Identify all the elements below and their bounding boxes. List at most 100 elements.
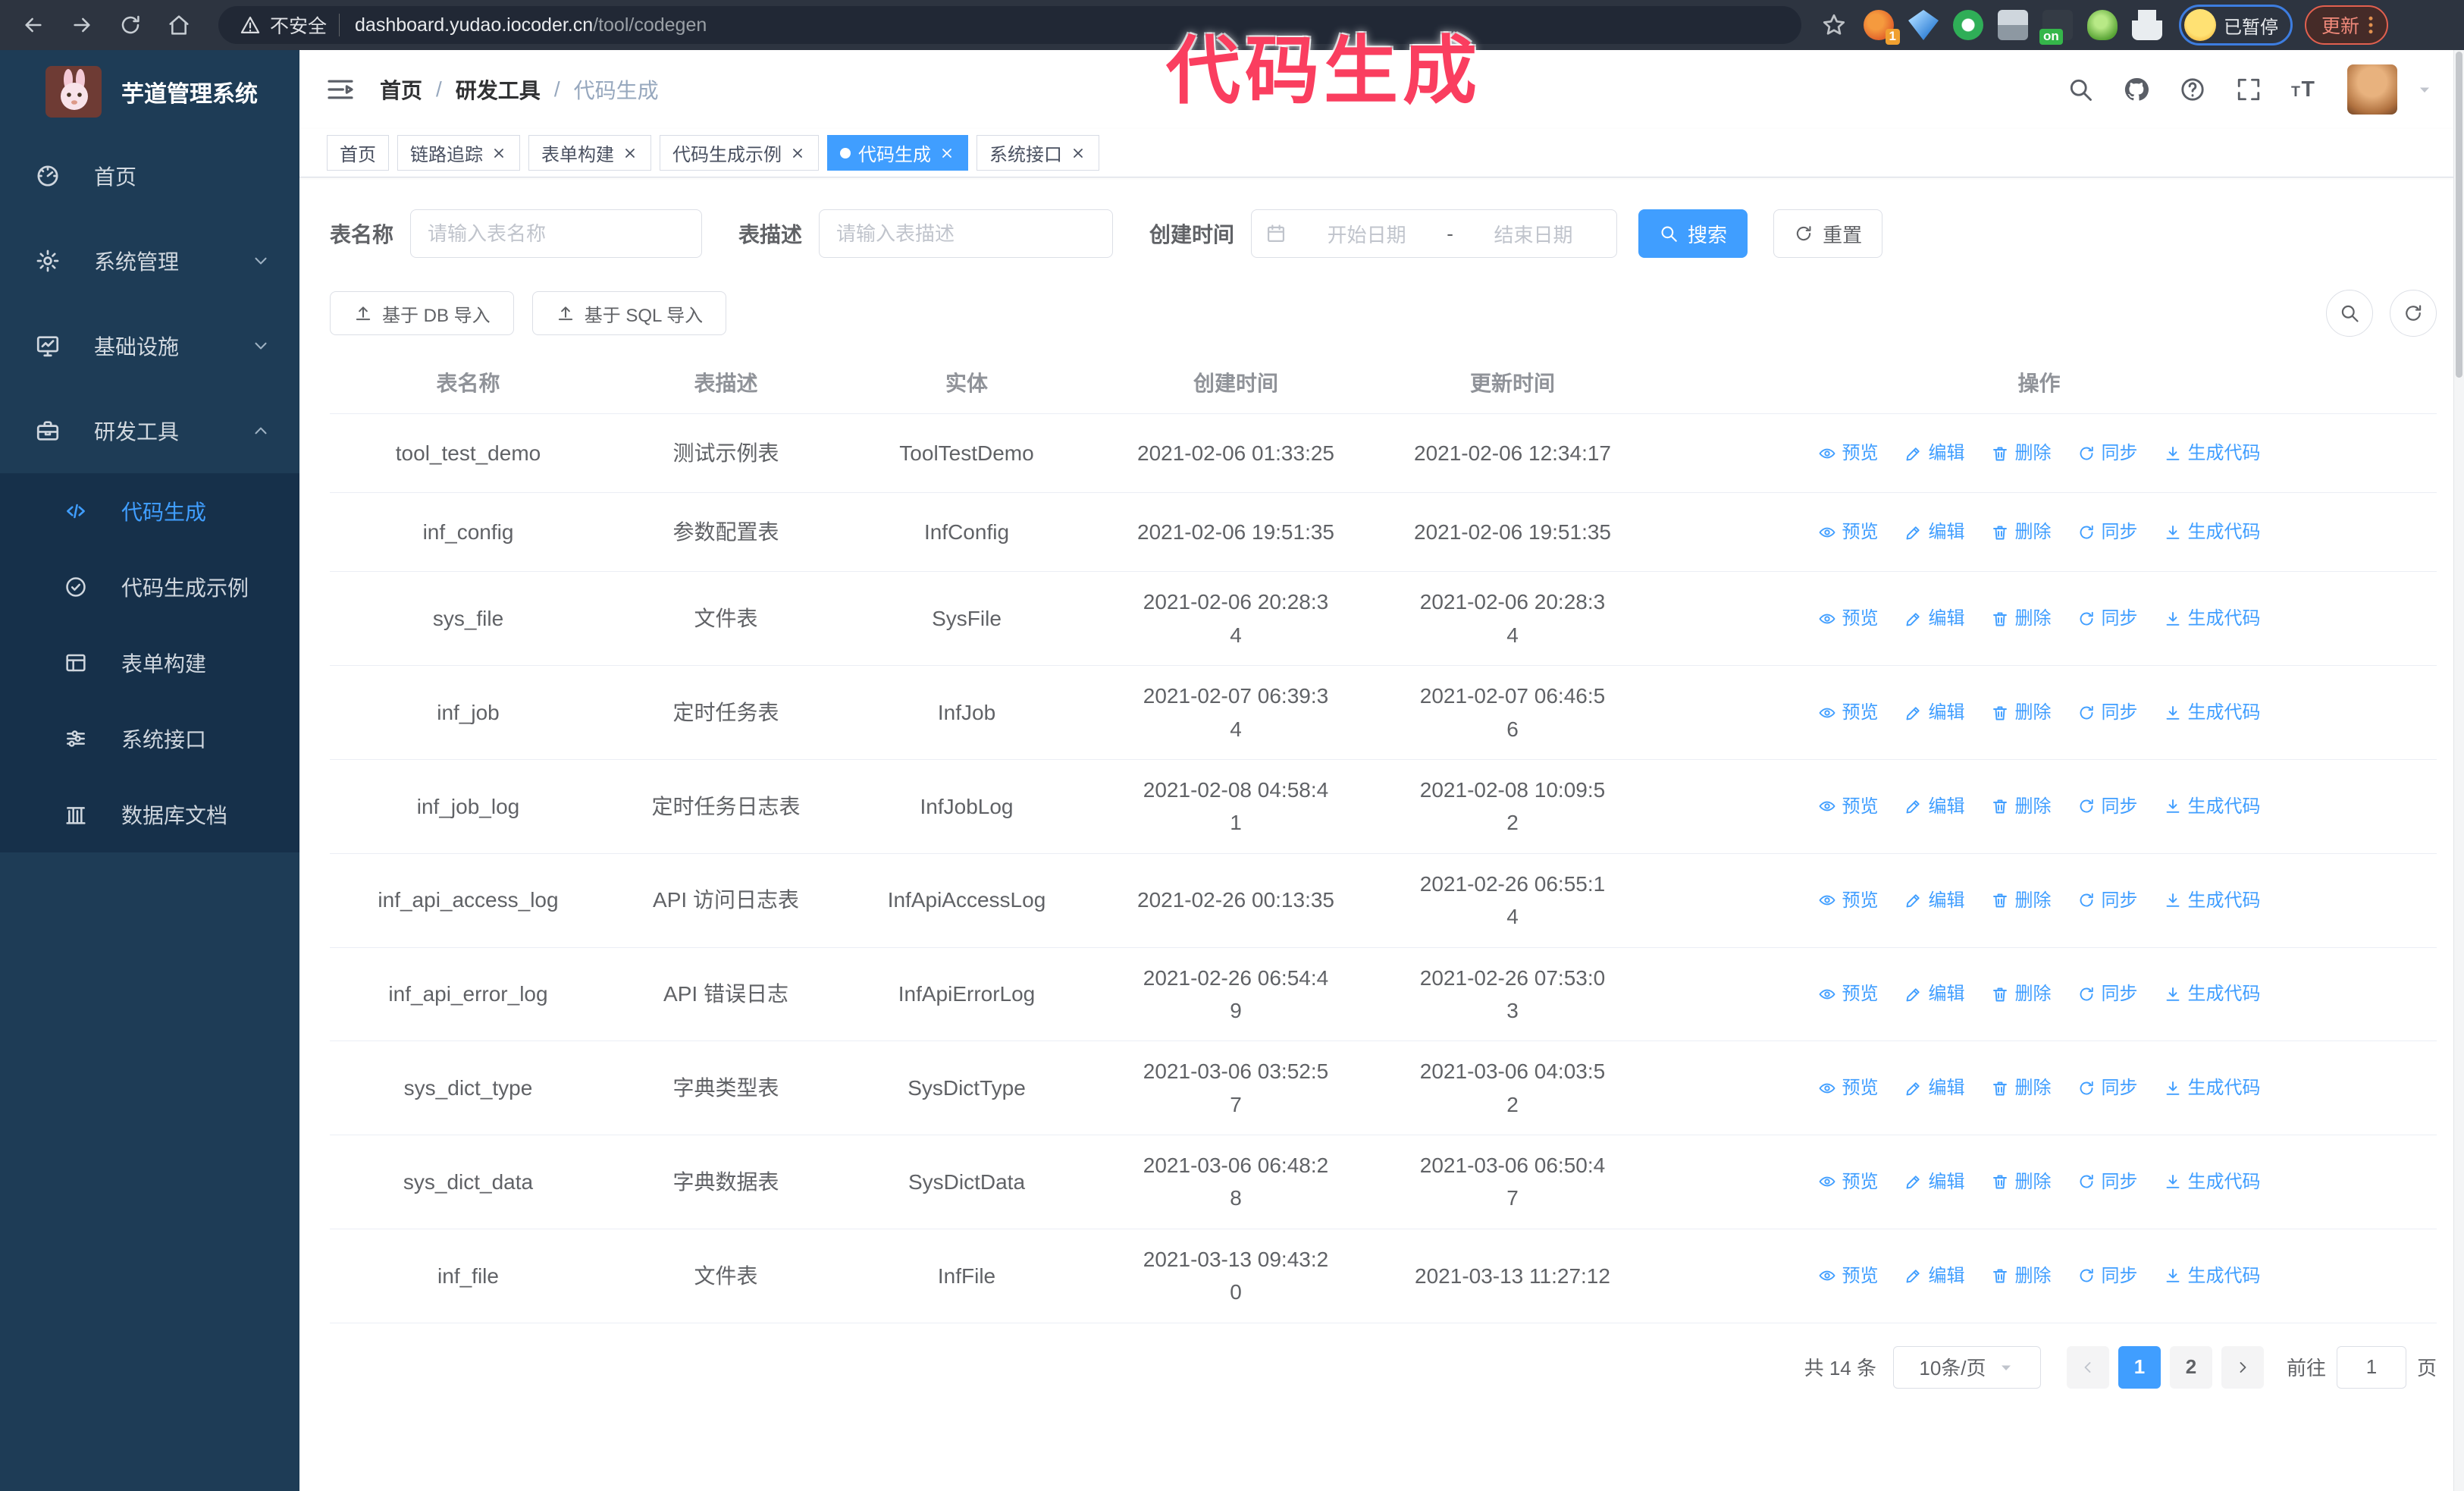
close-icon[interactable] [939,145,955,162]
reset-button[interactable]: 重置 [1773,209,1883,258]
browser-update-button[interactable]: 更新 [2305,5,2389,45]
browser-reload-icon[interactable] [111,5,150,45]
preview-action[interactable]: 预览 [1818,793,1879,821]
app-logo-row[interactable]: 芋道管理系统 [0,50,299,133]
prev-page-button[interactable] [2066,1345,2109,1389]
sync-action[interactable]: 同步 [2077,518,2138,546]
extension-icon-3[interactable] [1953,10,1983,40]
table-desc-input[interactable] [819,209,1114,258]
sync-action[interactable]: 同步 [2077,1074,2138,1102]
delete-action[interactable]: 删除 [1991,1074,2052,1102]
address-bar[interactable]: 不安全 dashboard.yudao.iocoder.cn /tool/cod… [218,6,1801,44]
delete-action[interactable]: 删除 [1991,980,2052,1008]
delete-action[interactable]: 删除 [1991,604,2052,632]
preview-action[interactable]: 预览 [1818,604,1879,632]
close-icon[interactable] [622,145,638,162]
header-search-icon[interactable] [2067,76,2094,103]
edit-action[interactable]: 编辑 [1904,1262,1965,1290]
text-size-icon[interactable]: TT [2291,76,2318,103]
edit-action[interactable]: 编辑 [1904,980,1965,1008]
import-db-button[interactable]: 基于 DB 导入 [330,291,514,335]
sync-action[interactable]: 同步 [2077,980,2138,1008]
sync-action[interactable]: 同步 [2077,887,2138,915]
generate-code-action[interactable]: 生成代码 [2164,793,2261,821]
preview-action[interactable]: 预览 [1818,1074,1879,1102]
fullscreen-icon[interactable] [2235,76,2262,103]
sidebar-item-api[interactable]: 系统接口 [0,701,299,777]
sidebar-item-codegen[interactable]: 代码生成 [0,473,299,549]
page-size-select[interactable]: 10条/页 [1892,1345,2041,1389]
extension-icon-2[interactable] [1908,10,1939,40]
sync-action[interactable]: 同步 [2077,439,2138,467]
generate-code-action[interactable]: 生成代码 [2164,439,2261,467]
sidebar-item-form-builder[interactable]: 表单构建 [0,625,299,701]
browser-forward-icon[interactable] [62,5,102,45]
delete-action[interactable]: 删除 [1991,887,2052,915]
more-vertical-icon[interactable] [2359,14,2382,36]
preview-action[interactable]: 预览 [1818,887,1879,915]
sidebar-item-db-doc[interactable]: 数据库文档 [0,777,299,852]
goto-page-input[interactable] [2336,1345,2406,1389]
preview-action[interactable]: 预览 [1818,1262,1879,1290]
sync-action[interactable]: 同步 [2077,1168,2138,1196]
breadcrumb-item[interactable]: 研发工具 [456,74,541,105]
preview-action[interactable]: 预览 [1818,980,1879,1008]
extension-icon-6[interactable] [2087,10,2118,40]
preview-action[interactable]: 预览 [1818,518,1879,546]
delete-action[interactable]: 删除 [1991,1168,2052,1196]
refresh-table-button[interactable] [2390,290,2437,337]
search-button[interactable]: 搜索 [1638,209,1748,258]
date-range-picker[interactable]: 开始日期 - 结束日期 [1251,209,1618,258]
edit-action[interactable]: 编辑 [1904,1074,1965,1102]
profile-paused-pill[interactable]: 已暂停 [2179,5,2293,46]
generate-code-action[interactable]: 生成代码 [2164,1262,2261,1290]
table-name-input[interactable] [410,209,703,258]
browser-scrollbar[interactable] [2453,50,2464,1491]
extension-icon-4[interactable] [1998,10,2028,40]
breadcrumb-item[interactable]: 首页 [380,74,422,105]
extension-icon-7[interactable] [2132,10,2162,40]
show-search-button[interactable] [2326,290,2373,337]
tab[interactable]: 首页 [327,135,389,171]
edit-action[interactable]: 编辑 [1904,439,1965,467]
security-label[interactable]: 不安全 [270,11,327,39]
generate-code-action[interactable]: 生成代码 [2164,698,2261,727]
tab[interactable]: 表单构建 [528,135,651,171]
edit-action[interactable]: 编辑 [1904,887,1965,915]
edit-action[interactable]: 编辑 [1904,793,1965,821]
preview-action[interactable]: 预览 [1818,439,1879,467]
extension-icon-1[interactable]: 1 [1864,10,1900,45]
sync-action[interactable]: 同步 [2077,698,2138,727]
extension-icon-5[interactable]: on [2039,10,2073,45]
user-avatar[interactable] [2347,64,2397,115]
generate-code-action[interactable]: 生成代码 [2164,1074,2261,1102]
sidebar-item-system[interactable]: 系统管理 [0,218,299,303]
sync-action[interactable]: 同步 [2077,793,2138,821]
close-icon[interactable] [1070,145,1086,162]
sidebar-item-home[interactable]: 首页 [0,133,299,218]
github-icon[interactable] [2123,76,2150,103]
delete-action[interactable]: 删除 [1991,439,2052,467]
scrollbar-thumb[interactable] [2456,52,2462,378]
tab[interactable]: 系统接口 [977,135,1099,171]
generate-code-action[interactable]: 生成代码 [2164,1168,2261,1196]
page-number-button[interactable]: 1 [2118,1345,2161,1389]
sidebar-item-codegen-example[interactable]: 代码生成示例 [0,549,299,625]
tab[interactable]: 代码生成示例 [660,135,819,171]
generate-code-action[interactable]: 生成代码 [2164,518,2261,546]
edit-action[interactable]: 编辑 [1904,698,1965,727]
end-date-placeholder[interactable]: 结束日期 [1464,220,1603,248]
sidebar-item-infra[interactable]: 基础设施 [0,303,299,388]
generate-code-action[interactable]: 生成代码 [2164,887,2261,915]
delete-action[interactable]: 删除 [1991,793,2052,821]
delete-action[interactable]: 删除 [1991,1262,2052,1290]
close-icon[interactable] [789,145,806,162]
sync-action[interactable]: 同步 [2077,1262,2138,1290]
edit-action[interactable]: 编辑 [1904,518,1965,546]
edit-action[interactable]: 编辑 [1904,1168,1965,1196]
generate-code-action[interactable]: 生成代码 [2164,980,2261,1008]
breadcrumb-item[interactable]: 代码生成 [574,74,659,105]
bookmark-star-icon[interactable] [1821,12,1847,38]
delete-action[interactable]: 删除 [1991,518,2052,546]
caret-down-icon[interactable] [2415,80,2434,99]
